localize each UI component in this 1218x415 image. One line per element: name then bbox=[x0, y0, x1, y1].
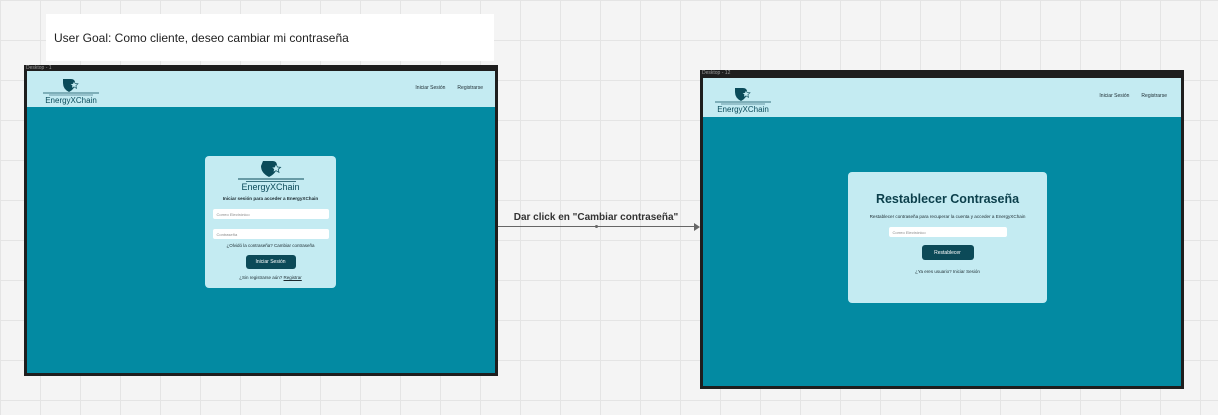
frame-label: Desktop - 12 bbox=[702, 70, 731, 76]
login-submit-button[interactable]: Iniciar Sesión bbox=[245, 255, 296, 269]
brand-name: EnergyXChain bbox=[45, 96, 97, 105]
top-navbar: EnergyXChain Iniciar Sesión Registrarse bbox=[27, 71, 495, 107]
logo-icon bbox=[43, 79, 99, 96]
nav-login-link[interactable]: Iniciar Sesión bbox=[1099, 93, 1129, 99]
email-field[interactable]: Correo Electrónico bbox=[212, 209, 329, 219]
frame-desktop-12[interactable]: Desktop - 12 EnergyXChain Iniciar Sesión… bbox=[700, 70, 1184, 389]
reset-subtitle: Restablecer contraseña para recuperar la… bbox=[869, 214, 1026, 219]
signup-text: ¿Sin registrarse aún? bbox=[239, 275, 283, 280]
forgot-password-text: ¿Olvidó la contraseña? bbox=[226, 243, 273, 248]
nav-register-link[interactable]: Registrarse bbox=[1141, 93, 1167, 99]
nav-links: Iniciar Sesión Registrarse bbox=[415, 85, 483, 91]
password-field[interactable]: Contraseña bbox=[212, 229, 329, 239]
brand-logo[interactable]: EnergyXChain bbox=[713, 87, 773, 114]
login-card: EnergyXChain Iniciar sesión para acceder… bbox=[205, 156, 336, 288]
reset-submit-button[interactable]: Restablecer bbox=[921, 245, 974, 260]
login-screen: EnergyXChain Iniciar Sesión Registrarse … bbox=[27, 71, 495, 373]
user-goal-note: User Goal: Como cliente, deseo cambiar m… bbox=[46, 14, 494, 61]
card-logo-icon bbox=[237, 161, 304, 182]
brand-name: EnergyXChain bbox=[717, 105, 769, 114]
logo-icon bbox=[715, 88, 771, 105]
user-goal-text: User Goal: Como cliente, deseo cambiar m… bbox=[54, 30, 349, 45]
card-brand-name: EnergyXChain bbox=[241, 182, 300, 192]
signup-link[interactable]: Registrar bbox=[284, 275, 302, 280]
change-password-link[interactable]: Cambiar contraseña bbox=[274, 243, 315, 248]
back-to-login-row: ¿Ya eres usuario? Iniciar Sesión bbox=[915, 269, 980, 274]
email-placeholder: Correo Electrónico bbox=[216, 211, 250, 217]
nav-register-link[interactable]: Registrarse bbox=[457, 85, 483, 91]
back-to-login-text: ¿Ya eres usuario? bbox=[915, 269, 952, 274]
top-navbar: EnergyXChain Iniciar Sesión Registrarse bbox=[703, 78, 1181, 117]
frame-desktop-1[interactable]: Desktop - 1 EnergyXChain Iniciar Sesión … bbox=[24, 65, 498, 376]
reset-title: Restablecer Contraseña bbox=[875, 192, 1020, 206]
login-heading: Iniciar sesión para acceder a EnergyXCha… bbox=[222, 196, 319, 201]
password-placeholder: Contraseña bbox=[216, 231, 238, 237]
reset-screen: EnergyXChain Iniciar Sesión Registrarse … bbox=[703, 78, 1181, 386]
email-field[interactable]: Correo Electrónico bbox=[888, 227, 1007, 237]
signup-row: ¿Sin registrarse aún? Registrar bbox=[239, 275, 302, 280]
nav-links: Iniciar Sesión Registrarse bbox=[1099, 93, 1167, 99]
nav-login-link[interactable]: Iniciar Sesión bbox=[415, 85, 445, 91]
back-to-login-link[interactable]: Iniciar Sesión bbox=[953, 269, 980, 274]
transition-label: Dar click en "Cambiar contraseña" bbox=[513, 212, 679, 223]
forgot-password-row: ¿Olvidó la contraseña? Cambiar contraseñ… bbox=[226, 243, 314, 248]
reset-password-card: Restablecer Contraseña Restablecer contr… bbox=[848, 172, 1047, 303]
brand-logo[interactable]: EnergyXChain bbox=[41, 78, 101, 105]
email-placeholder: Correo Electrónico bbox=[892, 229, 926, 235]
transition-arrow-midpoint bbox=[595, 225, 598, 228]
